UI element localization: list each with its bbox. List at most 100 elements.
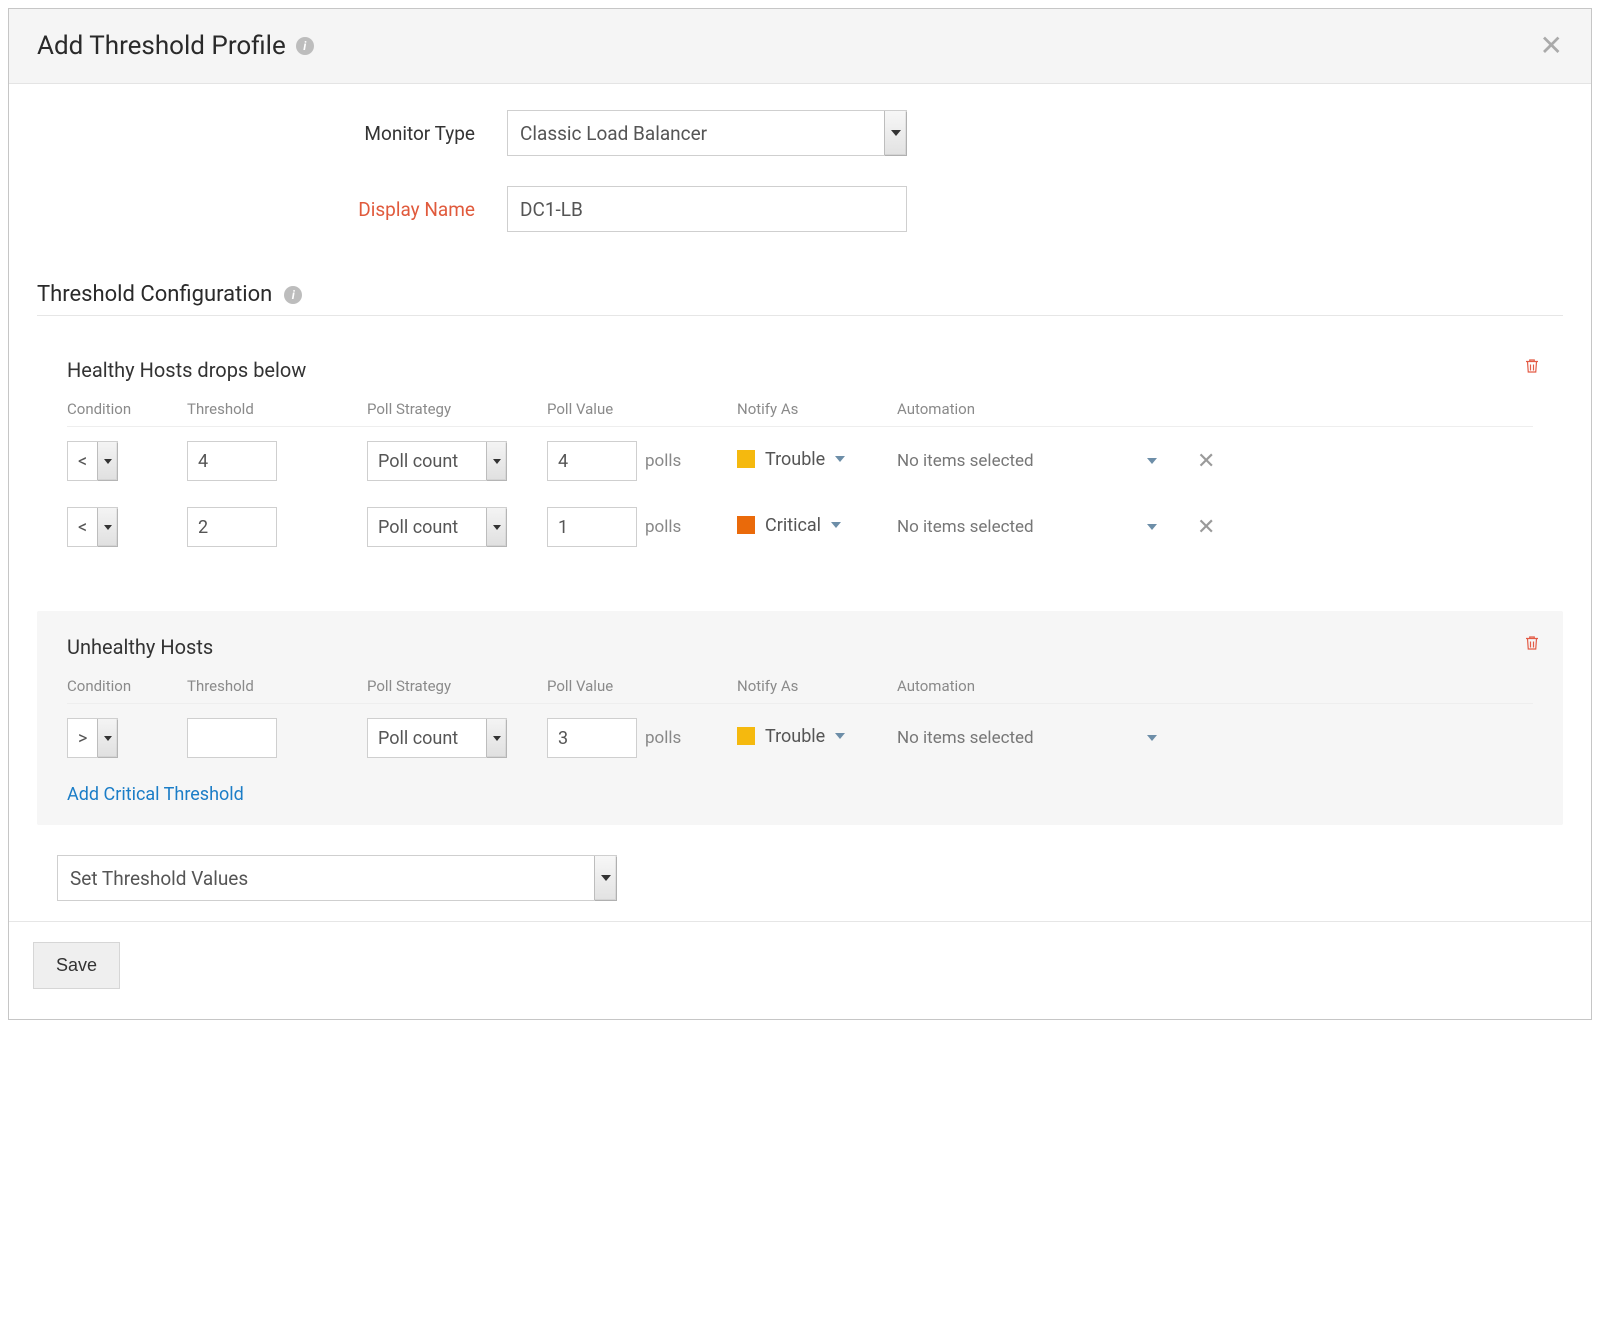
block-title: Healthy Hosts drops below: [67, 358, 1533, 382]
col-strategy: Poll Strategy: [367, 400, 547, 418]
chevron-down-icon: [486, 508, 506, 546]
modal-footer: Save: [9, 921, 1591, 1019]
modal-title-text: Add Threshold Profile: [37, 31, 286, 61]
threshold-row: <4 Poll count 4 polls Trouble No items select…: [67, 441, 1533, 481]
column-headers: ConditionThresholdPoll StrategyPoll Valu…: [67, 677, 1533, 704]
notify-select[interactable]: Trouble: [737, 449, 845, 470]
chevron-down-icon: [1147, 524, 1157, 530]
remove-row-icon[interactable]: ✕: [1197, 514, 1215, 540]
trash-icon[interactable]: [1523, 356, 1541, 376]
threshold-input[interactable]: 4: [187, 441, 277, 481]
condition-value: <: [68, 451, 97, 472]
notify-select[interactable]: Trouble: [737, 726, 845, 747]
modal-body: Monitor Type Classic Load Balancer Displ…: [9, 84, 1591, 921]
col-notify: Notify As: [737, 400, 897, 418]
col-threshold: Threshold: [187, 677, 367, 695]
chevron-down-icon: [1147, 735, 1157, 741]
section-title: Threshold Configuration i: [37, 282, 1563, 316]
trash-icon[interactable]: [1523, 633, 1541, 653]
col-automation: Automation: [897, 400, 1177, 418]
chevron-down-icon: [594, 856, 616, 900]
add-critical-threshold-link[interactable]: Add Critical Threshold: [67, 784, 1533, 805]
modal-header: Add Threshold Profile i ✕: [9, 9, 1591, 84]
poll-unit: polls: [645, 728, 681, 748]
notify-select[interactable]: Critical: [737, 515, 841, 536]
chevron-down-icon: [486, 719, 506, 757]
strategy-select[interactable]: Poll count: [367, 507, 507, 547]
block-title: Unhealthy Hosts: [67, 635, 1533, 659]
chevron-down-icon: [486, 442, 506, 480]
chevron-down-icon: [884, 111, 906, 155]
automation-select[interactable]: No items selected: [897, 451, 1157, 471]
threshold-row: <2 Poll count 1 polls Critical No items selec…: [67, 507, 1533, 547]
poll-value: 3: [558, 728, 568, 749]
chevron-down-icon: [1147, 458, 1157, 464]
condition-select[interactable]: <: [67, 507, 118, 547]
column-headers: ConditionThresholdPoll StrategyPoll Valu…: [67, 400, 1533, 427]
condition-value: <: [68, 517, 97, 538]
status-color-icon: [737, 516, 755, 534]
display-name-label: Display Name: [37, 198, 507, 221]
chevron-down-icon: [97, 442, 117, 480]
col-value: Poll Value: [547, 400, 737, 418]
notify-label: Trouble: [765, 449, 825, 470]
close-icon[interactable]: ✕: [1540, 32, 1563, 60]
info-icon[interactable]: i: [296, 37, 314, 55]
col-value: Poll Value: [547, 677, 737, 695]
monitor-type-row: Monitor Type Classic Load Balancer: [37, 110, 1563, 156]
chevron-down-icon: [97, 719, 117, 757]
modal-title: Add Threshold Profile i: [37, 31, 314, 61]
monitor-type-select[interactable]: Classic Load Balancer: [507, 110, 907, 156]
strategy-value: Poll count: [368, 728, 486, 749]
chevron-down-icon: [835, 733, 845, 739]
notify-label: Critical: [765, 515, 821, 536]
threshold-row: > Poll count 3 polls Trouble No items selecte…: [67, 718, 1533, 758]
poll-value: 4: [558, 451, 568, 472]
save-button[interactable]: Save: [33, 942, 120, 989]
automation-select[interactable]: No items selected: [897, 728, 1157, 748]
threshold-value: 2: [198, 517, 208, 538]
status-color-icon: [737, 727, 755, 745]
automation-select[interactable]: No items selected: [897, 517, 1157, 537]
poll-value: 1: [558, 517, 568, 538]
threshold-block: Healthy Hosts drops below ConditionThresh…: [37, 334, 1563, 593]
set-threshold-values-select[interactable]: Set Threshold Values: [57, 855, 617, 901]
automation-value: No items selected: [897, 728, 1034, 748]
poll-value-input[interactable]: 3: [547, 718, 637, 758]
status-color-icon: [737, 450, 755, 468]
set-threshold-values-label: Set Threshold Values: [70, 867, 248, 890]
threshold-block: Unhealthy Hosts ConditionThresholdPoll St…: [37, 611, 1563, 825]
set-threshold-values-row: Set Threshold Values: [57, 855, 617, 901]
condition-select[interactable]: <: [67, 441, 118, 481]
chevron-down-icon: [835, 456, 845, 462]
strategy-select[interactable]: Poll count: [367, 718, 507, 758]
strategy-value: Poll count: [368, 517, 486, 538]
threshold-value: 4: [198, 451, 208, 472]
info-icon[interactable]: i: [284, 286, 302, 304]
poll-value-input[interactable]: 4: [547, 441, 637, 481]
remove-row-icon[interactable]: ✕: [1197, 448, 1215, 474]
poll-value-input[interactable]: 1: [547, 507, 637, 547]
display-name-value: DC1-LB: [520, 198, 583, 221]
strategy-value: Poll count: [368, 451, 486, 472]
monitor-type-label: Monitor Type: [37, 122, 507, 145]
chevron-down-icon: [831, 522, 841, 528]
automation-value: No items selected: [897, 517, 1034, 537]
strategy-select[interactable]: Poll count: [367, 441, 507, 481]
automation-value: No items selected: [897, 451, 1034, 471]
notify-label: Trouble: [765, 726, 825, 747]
poll-unit: polls: [645, 451, 681, 471]
condition-value: >: [68, 728, 97, 749]
threshold-input[interactable]: 2: [187, 507, 277, 547]
condition-select[interactable]: >: [67, 718, 118, 758]
col-condition: Condition: [67, 400, 187, 418]
col-strategy: Poll Strategy: [367, 677, 547, 695]
monitor-type-value: Classic Load Balancer: [520, 122, 707, 145]
threshold-input[interactable]: [187, 718, 277, 758]
display-name-row: Display Name DC1-LB: [37, 186, 1563, 232]
display-name-input[interactable]: DC1-LB: [507, 186, 907, 232]
col-notify: Notify As: [737, 677, 897, 695]
chevron-down-icon: [97, 508, 117, 546]
col-automation: Automation: [897, 677, 1177, 695]
poll-unit: polls: [645, 517, 681, 537]
